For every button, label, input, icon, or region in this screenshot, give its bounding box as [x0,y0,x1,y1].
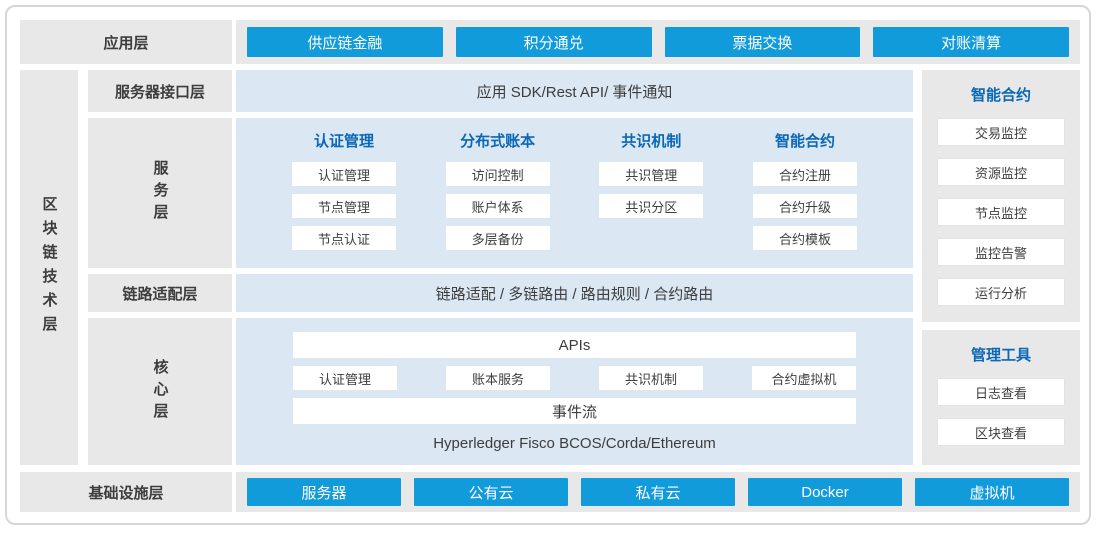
service-col-auth-header: 认证管理 [292,131,396,153]
service-node: 账户体系 [446,194,550,218]
service-col-ledger: 分布式账本 访问控制 账户体系 多层备份 [446,131,550,268]
sublayer-label-core-box: 核心层 [88,318,232,465]
sdk-api-band: 应用 SDK/Rest API/ 事件通知 [236,70,913,112]
sublayer-label-core: 核心层 [150,359,171,425]
panel-item: 节点监控 [937,198,1065,226]
app-chip-bill-exchange: 票据交换 [665,27,861,57]
core-node: 认证管理 [293,366,397,390]
infra-layer-label: 基础设施层 [20,472,232,512]
service-node: 认证管理 [292,162,396,186]
service-col-consensus: 共识机制 共识管理 共识分区 [599,131,703,268]
service-col-smart-contract: 智能合约 合约注册 合约升级 合约模板 [753,131,857,268]
blockchain-layer-box: 区块链技术层 [20,70,78,465]
infra-chip-docker: Docker [748,478,902,506]
app-chip-supply-chain-finance: 供应链金融 [247,27,443,57]
service-layer-content: 认证管理 认证管理 节点管理 节点认证 分布式账本 访问控制 账户体系 多层备份… [236,118,913,268]
service-node: 访问控制 [446,162,550,186]
panel-management-tools: 管理工具 日志查看 区块查看 [922,330,1080,465]
app-chip-reconciliation: 对账清算 [873,27,1069,57]
infra-layer-strip: 服务器 公有云 私有云 Docker 虚拟机 [236,472,1080,512]
service-node: 合约升级 [753,194,857,218]
service-node: 多层备份 [446,226,550,250]
core-items-row: 认证管理 账本服务 共识机制 合约虚拟机 [293,366,856,390]
core-event-stream-bar: 事件流 [293,398,856,424]
panel-item: 运行分析 [937,278,1065,306]
service-col-auth: 认证管理 认证管理 节点管理 节点认证 [292,131,396,268]
app-layer-strip: 供应链金融 积分通兑 票据交换 对账清算 [236,20,1080,64]
panel-management-tools-header: 管理工具 [971,345,1031,367]
service-node: 共识管理 [599,162,703,186]
panel-item: 交易监控 [937,118,1065,146]
sublayer-label-link-adapter: 链路适配层 [88,274,232,312]
panel-smart-contract-header: 智能合约 [971,85,1031,107]
core-platforms-text: Hyperledger Fisco BCOS/Corda/Ethereum [236,435,913,452]
service-node: 合约注册 [753,162,857,186]
panel-item: 区块查看 [937,418,1065,446]
service-node: 共识分区 [599,194,703,218]
infra-chip-private-cloud: 私有云 [581,478,735,506]
core-layer-content: APIs 认证管理 账本服务 共识机制 合约虚拟机 事件流 Hyperledge… [236,318,913,465]
sublayer-label-service: 服务层 [150,160,171,226]
core-node: 共识机制 [599,366,703,390]
panel-item: 资源监控 [937,158,1065,186]
service-col-ledger-header: 分布式账本 [446,131,550,153]
blockchain-layer-label: 区块链技术层 [39,196,60,340]
panel-item: 监控告警 [937,238,1065,266]
panel-item: 日志查看 [937,378,1065,406]
core-apis-bar: APIs [293,332,856,358]
infra-chip-vm: 虚拟机 [915,478,1069,506]
core-node: 账本服务 [446,366,550,390]
blockchain-architecture-diagram: 应用层 供应链金融 积分通兑 票据交换 对账清算 区块链技术层 服务器接口层 服… [0,0,1100,534]
service-col-consensus-header: 共识机制 [599,131,703,153]
app-chip-points-exchange: 积分通兑 [456,27,652,57]
infra-chip-public-cloud: 公有云 [414,478,568,506]
service-node: 节点管理 [292,194,396,218]
service-node: 节点认证 [292,226,396,250]
infra-chip-server: 服务器 [247,478,401,506]
app-layer-label: 应用层 [20,20,232,64]
service-col-smart-contract-header: 智能合约 [753,131,857,153]
sublayer-label-service-box: 服务层 [88,118,232,268]
panel-smart-contract: 智能合约 交易监控 资源监控 节点监控 监控告警 运行分析 [922,70,1080,322]
sublayer-label-server-interface: 服务器接口层 [88,70,232,112]
link-adapter-band: 链路适配 / 多链路由 / 路由规则 / 合约路由 [236,274,913,312]
core-node: 合约虚拟机 [752,366,856,390]
service-node: 合约模板 [753,226,857,250]
